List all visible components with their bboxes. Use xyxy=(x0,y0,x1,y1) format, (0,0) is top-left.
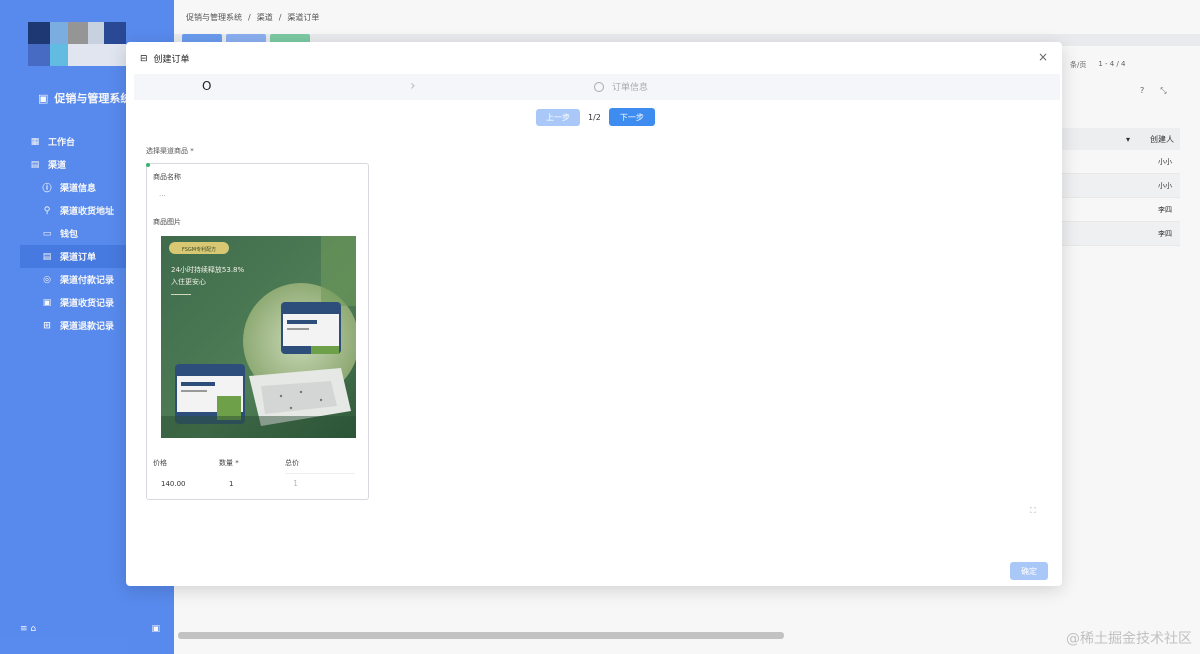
product-name-value: ... xyxy=(159,190,166,198)
prev-step-button[interactable]: 上一步 xyxy=(536,108,580,126)
page-indicator: 1/2 xyxy=(588,112,601,122)
close-icon[interactable]: × xyxy=(1038,50,1048,64)
resize-icon[interactable]: ⛶ xyxy=(1030,506,1036,516)
svg-text:24小时持续释放53.8%: 24小时持续释放53.8% xyxy=(171,265,244,274)
price-label: 价格 xyxy=(153,459,167,467)
quantity-label: 数量 * xyxy=(219,459,239,467)
total-label: 总价 xyxy=(285,459,299,467)
modal-title: ⊟ 创建订单 xyxy=(140,52,190,66)
step-2-label: 订单信息 xyxy=(612,83,649,93)
product-card[interactable]: 商品名称 ... 商品图片 FSGM专利配方 24小时持续释放53.8% 入住更… xyxy=(146,163,369,500)
total-field: 1 xyxy=(285,473,355,493)
create-order-modal: ⊟ 创建订单 × O › 订单信息 上一步 1/2 下一步 选择渠道商品 * 商… xyxy=(126,42,1062,586)
quantity-input[interactable]: 1 xyxy=(229,480,233,488)
product-field-label: 选择渠道商品 * xyxy=(146,147,194,155)
next-step-button[interactable]: 下一步 xyxy=(608,108,655,126)
step-circle-icon xyxy=(594,81,604,92)
product-image: FSGM专利配方 24小时持续释放53.8% 入住更安心 xyxy=(161,236,356,438)
step-1[interactable]: O xyxy=(202,79,211,93)
step-navigation: 上一步 1/2 下一步 xyxy=(536,108,655,126)
modal-title-text: 创建订单 xyxy=(153,55,190,65)
confirm-button[interactable]: 确定 xyxy=(1010,562,1048,580)
svg-text:入住更安心: 入住更安心 xyxy=(171,277,206,286)
selected-indicator xyxy=(146,163,150,167)
svg-text:FSGM专利配方: FSGM专利配方 xyxy=(182,246,216,253)
product-name-label: 商品名称 xyxy=(153,173,181,181)
chevron-right-icon: › xyxy=(410,78,416,94)
steps-bar: O › 订单信息 xyxy=(134,74,1060,100)
step-2[interactable]: 订单信息 xyxy=(594,80,648,93)
total-value: 1 xyxy=(293,479,299,488)
price-value: 140.00 xyxy=(161,480,186,488)
form-icon: ⊟ xyxy=(140,53,148,64)
product-image-label: 商品图片 xyxy=(153,218,181,226)
